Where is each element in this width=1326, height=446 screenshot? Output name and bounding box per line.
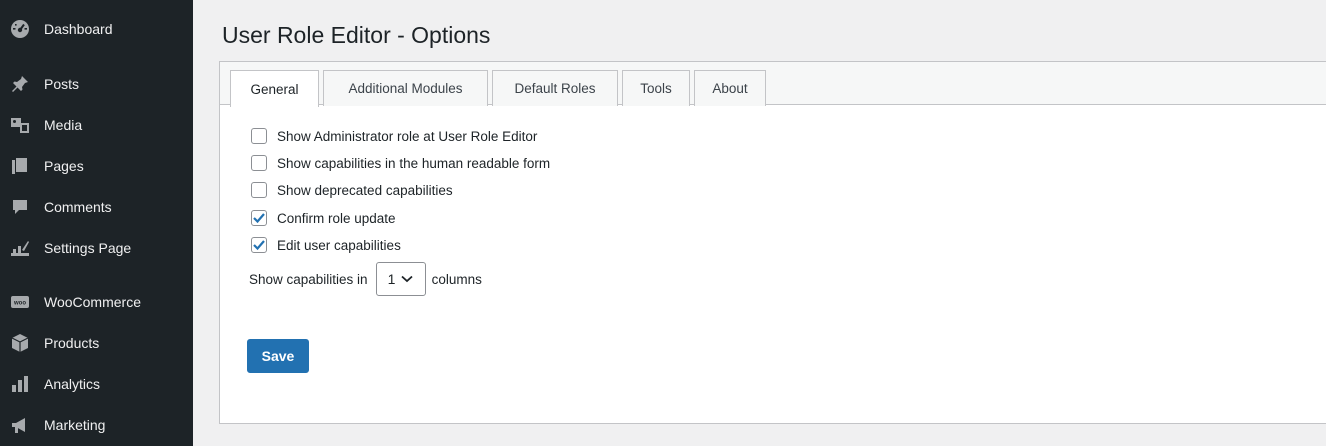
sidebar-item-label: Dashboard bbox=[44, 21, 113, 37]
checkbox-checked[interactable] bbox=[251, 237, 267, 253]
save-button[interactable]: Save bbox=[247, 339, 309, 373]
tabs-bar: General Additional Modules Default Roles… bbox=[220, 62, 1326, 107]
pages-icon bbox=[10, 156, 30, 176]
sidebar-item-media[interactable]: Media bbox=[0, 108, 193, 142]
checkmark-icon bbox=[253, 240, 265, 251]
sidebar-item-marketing[interactable]: Marketing bbox=[0, 408, 193, 442]
option-confirm-role-update[interactable]: Confirm role update bbox=[251, 208, 396, 228]
dashboard-icon bbox=[10, 19, 30, 39]
sidebar-item-label: Posts bbox=[44, 76, 80, 92]
sidebar-item-analytics[interactable]: Analytics bbox=[0, 367, 193, 401]
sidebar-item-label: WooCommerce bbox=[44, 294, 141, 310]
checkbox[interactable] bbox=[251, 182, 267, 198]
chart-settings-icon bbox=[10, 238, 30, 258]
sidebar-item-label: Products bbox=[44, 335, 100, 351]
page-title: User Role Editor - Options bbox=[222, 22, 491, 48]
options-panel: General Additional Modules Default Roles… bbox=[219, 61, 1326, 424]
sidebar-item-products[interactable]: Products bbox=[0, 326, 193, 360]
sidebar-item-label: Comments bbox=[44, 199, 112, 215]
checkbox[interactable] bbox=[251, 155, 267, 171]
option-human-readable[interactable]: Show capabilities in the human readable … bbox=[251, 153, 550, 173]
bar-chart-icon bbox=[10, 374, 30, 394]
tab-general[interactable]: General bbox=[230, 70, 319, 107]
sidebar-item-label: Pages bbox=[44, 158, 84, 174]
sidebar-item-pages[interactable]: Pages bbox=[0, 149, 193, 183]
sidebar-item-woocommerce[interactable]: woo WooCommerce bbox=[0, 285, 193, 319]
sidebar-item-label: Media bbox=[44, 117, 83, 133]
woo-icon: woo bbox=[10, 292, 30, 312]
chevron-down-icon bbox=[401, 275, 413, 283]
columns-value: 1 bbox=[387, 271, 396, 287]
svg-text:woo: woo bbox=[13, 301, 26, 307]
tab-additional-modules[interactable]: Additional Modules bbox=[323, 70, 488, 106]
admin-sidebar: Dashboard Posts Media Pages Comments Set… bbox=[0, 0, 193, 446]
option-deprecated-caps[interactable]: Show deprecated capabilities bbox=[251, 180, 453, 200]
columns-prefix: Show capabilities in bbox=[249, 271, 368, 287]
checkmark-icon bbox=[253, 213, 265, 224]
option-show-admin-role[interactable]: Show Administrator role at User Role Edi… bbox=[251, 126, 537, 146]
option-label: Show Administrator role at User Role Edi… bbox=[277, 128, 538, 144]
checkbox-checked[interactable] bbox=[251, 210, 267, 226]
tab-default-roles[interactable]: Default Roles bbox=[492, 70, 618, 106]
option-label: Show capabilities in the human readable … bbox=[277, 155, 551, 171]
sidebar-item-dashboard[interactable]: Dashboard bbox=[0, 12, 193, 46]
columns-select[interactable]: 1 bbox=[375, 262, 426, 296]
megaphone-icon bbox=[10, 415, 30, 435]
sidebar-item-comments[interactable]: Comments bbox=[0, 190, 193, 224]
columns-setting: Show capabilities in 1 columns bbox=[249, 262, 482, 296]
sidebar-item-label: Settings Page bbox=[44, 240, 132, 256]
sidebar-item-label: Analytics bbox=[44, 376, 101, 392]
box-icon bbox=[10, 333, 30, 353]
tab-about[interactable]: About bbox=[694, 70, 766, 106]
columns-suffix: columns bbox=[431, 271, 482, 287]
sidebar-item-settings-page[interactable]: Settings Page bbox=[0, 231, 193, 265]
media-icon bbox=[10, 115, 30, 135]
option-label: Show deprecated capabilities bbox=[277, 182, 453, 198]
pin-icon bbox=[10, 74, 30, 94]
option-label: Confirm role update bbox=[277, 210, 396, 226]
sidebar-item-posts[interactable]: Posts bbox=[0, 67, 193, 101]
checkbox[interactable] bbox=[251, 128, 267, 144]
comment-icon bbox=[10, 197, 30, 217]
tab-tools[interactable]: Tools bbox=[622, 70, 690, 106]
sidebar-item-label: Marketing bbox=[44, 417, 106, 433]
option-label: Edit user capabilities bbox=[277, 237, 401, 253]
option-edit-user-caps[interactable]: Edit user capabilities bbox=[251, 235, 401, 255]
